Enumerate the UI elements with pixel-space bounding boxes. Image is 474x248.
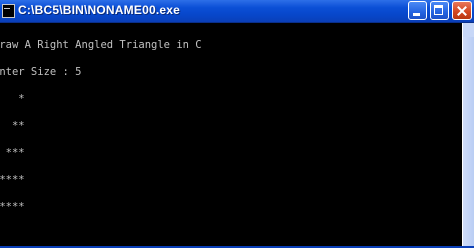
console-text: Draw A Right Angled Triangle in C Enter … — [0, 23, 202, 230]
console-line-prompt: Enter Size : 5 — [0, 66, 82, 78]
triangle-row-5: ***** — [0, 201, 25, 213]
scroll-up-button[interactable] — [462, 23, 474, 37]
console-line-heading: Draw A Right Angled Triangle in C — [0, 39, 202, 51]
title-bar[interactable]: C:\BC5\BIN\NONAME00.exe — [0, 0, 474, 23]
minimize-button[interactable] — [408, 1, 427, 20]
triangle-row-4: **** — [0, 174, 25, 186]
close-button[interactable] — [452, 1, 472, 20]
triangle-row-1: * — [18, 93, 25, 105]
console-app-icon[interactable] — [2, 4, 15, 18]
console-window: C:\BC5\BIN\NONAME00.exe Draw A Right Ang… — [0, 0, 474, 248]
triangle-row-2: ** — [11, 120, 25, 132]
vertical-scrollbar[interactable] — [462, 23, 474, 246]
triangle-row-3: *** — [5, 147, 25, 159]
maximize-button[interactable] — [430, 1, 449, 20]
scroll-thumb[interactable] — [462, 37, 474, 246]
console-output-area[interactable]: Draw A Right Angled Triangle in C Enter … — [0, 23, 462, 246]
window-title: C:\BC5\BIN\NONAME00.exe — [18, 3, 180, 17]
